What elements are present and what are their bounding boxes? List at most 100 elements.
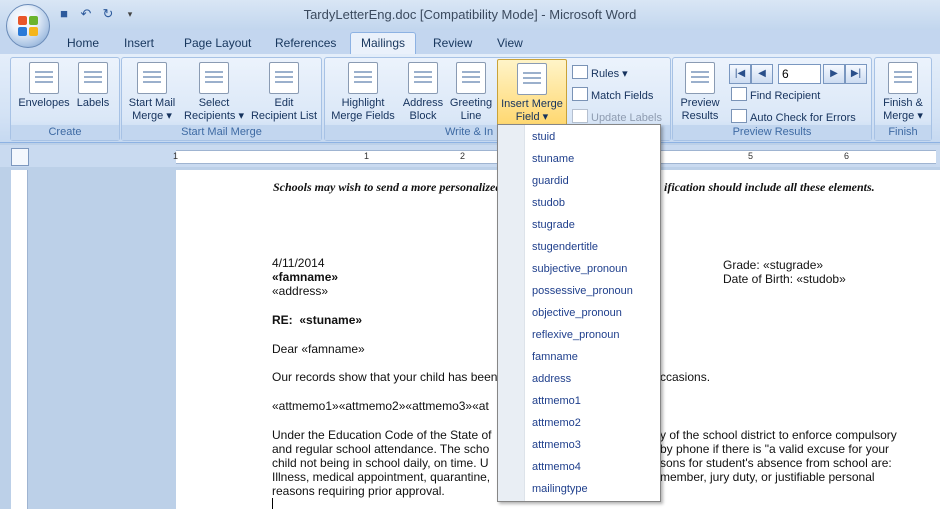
records-line-right: ccasions. — [660, 370, 711, 384]
ribbon: Envelopes Labels Create Start Mail Merge… — [0, 54, 940, 143]
preview-results-button[interactable]: Preview Results — [675, 62, 725, 123]
paragraph-line: member, jury duty, or justifiable person… — [660, 470, 875, 484]
merge-field-item[interactable]: objective_pronoun — [532, 307, 622, 319]
merge-field-item[interactable]: stugendertitle — [532, 241, 598, 253]
address-field: «address» — [272, 284, 329, 298]
title-bar: ■ ↶ ↻ ▾ TardyLetterEng.doc [Compatibilit… — [0, 0, 940, 30]
first-record-button[interactable]: |◀ — [729, 64, 751, 84]
tab-insert[interactable]: Insert — [124, 36, 154, 50]
address-block-button[interactable]: Address Block — [399, 62, 447, 123]
attmemo-line: «attmemo1»«attmemo2»«attmemo3»«at — [272, 399, 489, 413]
group-preview-results: Preview Results |◀ ◀ 6 ▶ ▶| Find Recipie… — [672, 57, 872, 141]
insert-merge-field-button[interactable]: Insert Merge Field ▾ — [497, 59, 567, 127]
merge-field-item[interactable]: attmemo1 — [532, 395, 581, 407]
letter-date: 4/11/2014 — [272, 256, 325, 270]
paragraph-line: and regular school attendance. The scho — [272, 442, 490, 456]
paragraph-line: reasons requiring prior approval. — [272, 484, 445, 498]
previous-record-button[interactable]: ◀ — [751, 64, 773, 84]
greeting-line-button[interactable]: Greeting Line — [447, 62, 495, 123]
envelope-icon — [29, 62, 59, 94]
merge-field-item[interactable]: mailingtype — [532, 483, 588, 495]
finish-merge-icon — [888, 62, 918, 94]
address-block-icon — [408, 62, 438, 94]
group-create: Envelopes Labels Create — [10, 57, 120, 141]
dob-field: Date of Birth: «studob» — [723, 272, 846, 286]
merge-field-item[interactable]: guardid — [532, 175, 569, 187]
finish-merge-button[interactable]: Finish & Merge ▾ — [877, 62, 929, 123]
salutation: Dear «famname» — [272, 342, 365, 356]
envelopes-button[interactable]: Envelopes — [15, 62, 73, 110]
ribbon-tabs: Home Insert Page Layout References Maili… — [0, 30, 940, 55]
ruler-number: 6 — [844, 151, 850, 161]
ruler-number: 2 — [460, 151, 466, 161]
greeting-line-icon — [456, 62, 486, 94]
re-line: RE: «stuname» — [272, 313, 363, 327]
find-recipient-button[interactable]: Find Recipient — [731, 87, 820, 102]
update-labels-icon — [572, 109, 588, 123]
labels-button[interactable]: Labels — [73, 62, 113, 110]
merge-field-item[interactable]: attmemo3 — [532, 439, 581, 451]
group-label-start: Start Mail Merge — [122, 125, 321, 140]
merge-field-item[interactable]: stuid — [532, 131, 555, 143]
horizontal-ruler: 1 1 2 3 4 5 6 — [0, 145, 940, 167]
merge-field-item[interactable]: attmemo2 — [532, 417, 581, 429]
merge-field-item[interactable]: reflexive_pronoun — [532, 329, 619, 341]
merge-field-item[interactable]: attmemo4 — [532, 461, 581, 473]
office-logo-icon — [18, 16, 38, 36]
match-fields-button[interactable]: Match Fields — [572, 87, 653, 102]
tab-view[interactable]: View — [497, 36, 523, 50]
ruler-number: 1 — [364, 151, 370, 161]
paragraph-line: Under the Education Code of the State of — [272, 428, 492, 442]
ruler-number: 1 — [173, 151, 179, 161]
recipients-icon — [199, 62, 229, 94]
highlight-merge-fields-button[interactable]: Highlight Merge Fields — [328, 62, 398, 123]
paragraph-line: y of the school district to enforce comp… — [660, 428, 897, 442]
tab-references[interactable]: References — [275, 36, 336, 50]
auto-check-errors-button[interactable]: Auto Check for Errors — [731, 109, 856, 124]
group-label-preview: Preview Results — [673, 125, 871, 140]
edit-recipient-list-button[interactable]: Edit Recipient List — [248, 62, 320, 123]
start-merge-icon — [137, 62, 167, 94]
merge-field-item[interactable]: possessive_pronoun — [532, 285, 633, 297]
preview-abc-icon — [685, 62, 715, 94]
group-label-finish: Finish — [875, 125, 931, 140]
start-mail-merge-button[interactable]: Start Mail Merge ▾ — [124, 62, 180, 123]
merge-field-item[interactable]: stugrade — [532, 219, 575, 231]
merge-field-item[interactable]: address — [532, 373, 571, 385]
records-line: Our records show that your child has bee… — [272, 370, 498, 384]
tab-home[interactable]: Home — [67, 36, 99, 50]
group-start-mail-merge: Start Mail Merge ▾ Select Recipients ▾ E… — [121, 57, 322, 141]
paragraph-line: sons for student's absence from school a… — [660, 456, 892, 470]
text-cursor — [272, 498, 273, 509]
office-button[interactable] — [6, 4, 50, 48]
merge-field-item[interactable]: famname — [532, 351, 578, 363]
rules-button[interactable]: Rules ▾ — [572, 65, 628, 80]
grade-field: Grade: «stugrade» — [723, 258, 824, 272]
next-record-button[interactable]: ▶ — [823, 64, 845, 84]
ruler-number: 5 — [748, 151, 754, 161]
tab-selector[interactable] — [11, 148, 29, 166]
intro-text-right: ification should include all these eleme… — [664, 180, 875, 194]
merge-field-item[interactable]: stuname — [532, 153, 574, 165]
tab-review[interactable]: Review — [433, 36, 472, 50]
record-number-input[interactable]: 6 — [778, 64, 821, 84]
paragraph-line: Illness, medical appointment, quarantine… — [272, 470, 491, 484]
tab-page-layout[interactable]: Page Layout — [184, 36, 251, 50]
intro-text: Schools may wish to send a more personal… — [273, 180, 502, 194]
tab-mailings[interactable]: Mailings — [350, 32, 417, 55]
paragraph-line: child not being in school daily, on time… — [272, 456, 489, 470]
window-title: TardyLetterEng.doc [Compatibility Mode] … — [303, 7, 637, 22]
last-record-button[interactable]: ▶| — [845, 64, 867, 84]
merge-field-item[interactable]: subjective_pronoun — [532, 263, 627, 275]
vertical-ruler — [11, 170, 28, 509]
edit-list-icon — [269, 62, 299, 94]
rules-icon — [572, 65, 588, 79]
labels-icon — [78, 62, 108, 94]
merge-field-item[interactable]: studob — [532, 197, 565, 209]
update-labels-button[interactable]: Update Labels — [572, 109, 662, 124]
insert-merge-field-icon — [517, 63, 547, 95]
select-recipients-button[interactable]: Select Recipients ▾ — [180, 62, 248, 123]
dropdown-gutter — [498, 125, 525, 501]
auto-check-icon — [731, 109, 747, 123]
group-finish: Finish & Merge ▾ Finish — [874, 57, 932, 141]
